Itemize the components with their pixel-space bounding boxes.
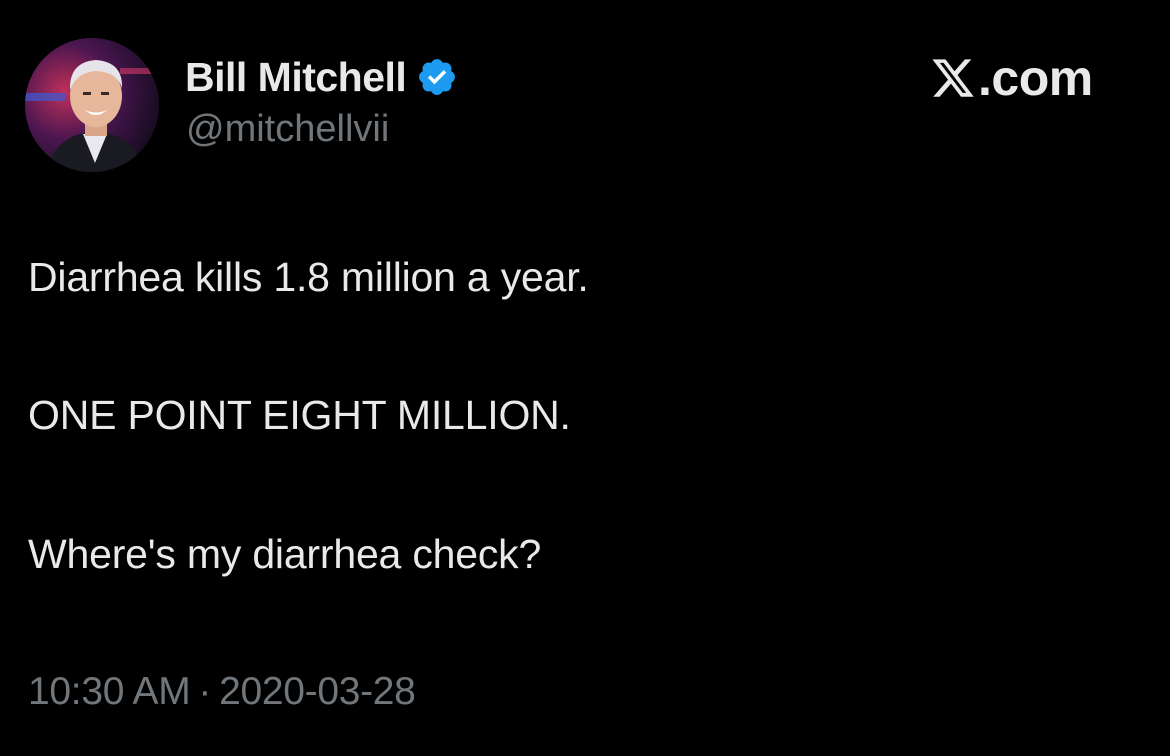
tweet-text-line: Where's my diarrhea check? xyxy=(28,531,542,577)
watermark: .com xyxy=(930,50,1093,106)
avatar[interactable] xyxy=(25,38,159,172)
avatar-image xyxy=(25,38,159,172)
watermark-text: .com xyxy=(978,50,1093,106)
meta-separator: · xyxy=(198,670,212,713)
tweet-card: Bill Mitchell @mitchellvii .com Diarrhea… xyxy=(0,0,1170,756)
tweet-date[interactable]: 2020-03-28 xyxy=(219,670,416,713)
x-logo-icon xyxy=(930,55,976,101)
tweet-meta: 10:30 AM · 2020-03-28 xyxy=(28,670,416,714)
display-name[interactable]: Bill Mitchell xyxy=(185,54,407,101)
tweet-text-line: Diarrhea kills 1.8 million a year. xyxy=(28,254,589,300)
tweet-time[interactable]: 10:30 AM xyxy=(28,670,191,713)
tweet-text-line: ONE POINT EIGHT MILLION. xyxy=(28,392,571,438)
display-name-row: Bill Mitchell xyxy=(185,52,458,102)
verified-badge-icon xyxy=(416,56,458,98)
handle[interactable]: @mitchellvii xyxy=(186,108,389,151)
